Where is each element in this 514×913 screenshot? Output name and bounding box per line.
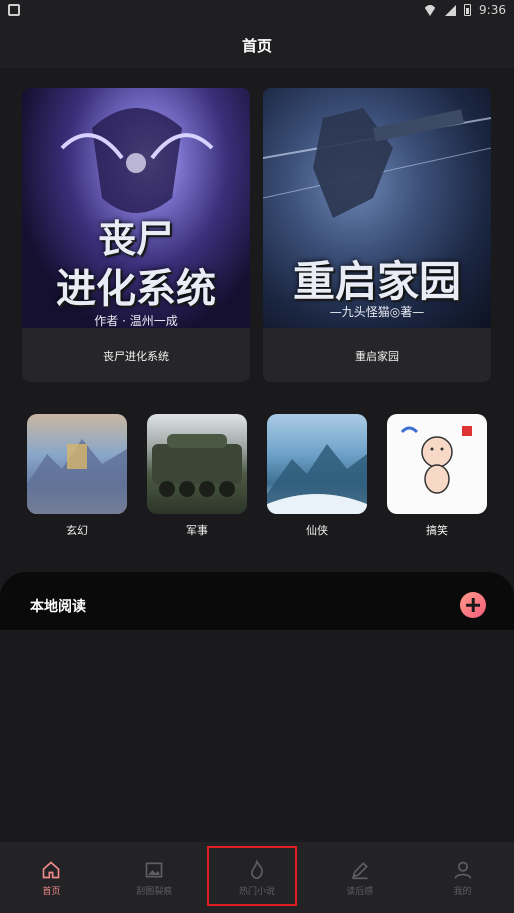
category-item-xianxia[interactable]: 仙侠	[267, 414, 367, 538]
user-icon	[454, 861, 471, 879]
tab-label: 读后感	[346, 887, 374, 897]
category-label: 仙侠	[306, 524, 328, 537]
tab-home[interactable]: 首页	[0, 842, 103, 913]
local-reading-section: 本地阅读	[0, 572, 514, 630]
category-item-funny[interactable]: 搞笑	[387, 414, 487, 538]
header: 首页	[0, 22, 514, 68]
status-icons: 9:36	[423, 3, 506, 17]
category-thumbnail	[27, 414, 127, 514]
tab-label: 首页	[42, 887, 61, 897]
battery-icon	[464, 4, 472, 16]
book-card[interactable]: 重启家园 —九头怪猫◎著— 重启家园	[263, 88, 491, 382]
app-notification-icon	[8, 4, 20, 16]
pen-icon	[351, 862, 368, 880]
category-thumbnail	[147, 414, 247, 514]
category-label: 搞笑	[426, 524, 448, 537]
category-item-fantasy[interactable]: 玄幻	[27, 414, 127, 538]
xianxia-scene-image	[267, 444, 367, 514]
tab-profile[interactable]: 我的	[411, 842, 514, 913]
tab-images[interactable]: 刮图裂痕	[103, 842, 206, 913]
category-item-military[interactable]: 军事	[147, 414, 247, 538]
category-thumbnail	[267, 414, 367, 514]
tab-label: 刮图裂痕	[136, 887, 173, 897]
highlight-annotation-box	[207, 846, 297, 906]
category-thumbnail	[387, 414, 487, 514]
home-icon	[43, 861, 60, 879]
cover-title-line1: 丧尸	[97, 216, 174, 261]
local-reading-title: 本地阅读	[30, 599, 86, 615]
book-cover: 重启家园 —九头怪猫◎著—	[263, 88, 491, 328]
add-book-button[interactable]	[460, 592, 486, 618]
book-cover: 丧尸 进化系统 作者 · 温州一成	[22, 88, 250, 328]
cellular-icon	[445, 4, 457, 16]
category-label: 玄幻	[66, 524, 88, 537]
book-title: 重启家园	[355, 350, 399, 363]
book-title: 丧尸进化系统	[103, 350, 169, 363]
image-icon	[145, 862, 163, 878]
military-vehicle-image	[152, 434, 242, 497]
wifi-icon	[423, 4, 438, 16]
page-title: 首页	[241, 36, 272, 55]
cover-title: 重启家园	[292, 257, 461, 306]
cover-title-line2: 进化系统	[56, 265, 216, 312]
cover-author: 作者 · 温州一成	[94, 314, 178, 328]
book-card[interactable]: 丧尸 进化系统 作者 · 温州一成 丧尸进化系统	[22, 88, 250, 382]
category-label: 军事	[186, 524, 208, 537]
cover-author: —九头怪猫◎著—	[329, 305, 425, 319]
status-bar: 9:36	[0, 0, 514, 22]
funny-cartoon-image	[400, 426, 472, 494]
clock: 9:36	[479, 3, 506, 17]
tab-reviews[interactable]: 读后感	[308, 842, 411, 913]
tab-label: 我的	[453, 887, 472, 897]
fantasy-landscape-image	[27, 439, 127, 514]
